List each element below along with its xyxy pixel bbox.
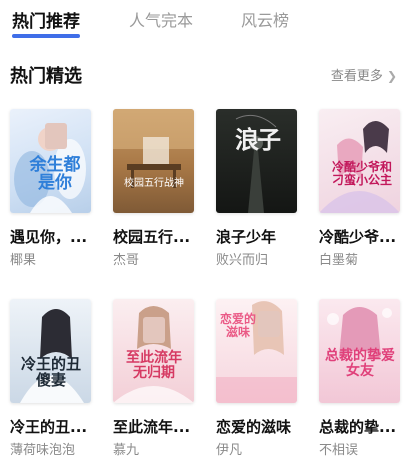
- book-author: 伊凡: [216, 443, 243, 458]
- cover-title-text: 余生都是你: [29, 155, 81, 193]
- blurred-face: [258, 311, 280, 337]
- book-author: 慕九: [113, 443, 140, 458]
- chevron-right-icon: ❯: [386, 69, 397, 83]
- cover-title-text: 浪子: [235, 125, 281, 154]
- tab-popular-complete[interactable]: 人气完本: [129, 7, 193, 31]
- blurred-face: [45, 123, 67, 149]
- view-more-link[interactable]: 查看更多 ❯: [331, 65, 397, 84]
- section-title: 热门精选: [10, 66, 82, 87]
- book-author: 椰果: [10, 253, 37, 268]
- book-card[interactable]: 恋爱的滋味 恋爱的滋味 伊凡: [216, 299, 297, 458]
- view-more-label: 查看更多: [330, 69, 383, 84]
- book-cover: 冷王的丑傻妻: [10, 299, 91, 403]
- book-cover: 恋爱的滋味: [216, 299, 297, 403]
- book-cover: 余生都是你: [10, 109, 91, 213]
- cover-title-text: 总裁的挚爱女友: [325, 348, 395, 379]
- book-card[interactable]: 校园五行战神 校园五行... 杰哥: [113, 109, 194, 268]
- book-title: 总裁的挚...: [319, 418, 397, 436]
- book-title: 浪子少年: [216, 228, 277, 246]
- book-author: 不相误: [319, 443, 359, 458]
- book-title: 至此流年...: [113, 418, 191, 436]
- book-title: 冷酷少爷...: [319, 228, 397, 246]
- book-title: 校园五行...: [113, 228, 191, 246]
- cover-title-text: 校园五行战神: [124, 178, 184, 189]
- book-title: 恋爱的滋味: [216, 418, 292, 436]
- cover-title-text: 冷酷少爷和刁蛮小公主: [331, 160, 392, 187]
- book-card[interactable]: 至此流年无归期 至此流年... 慕九: [113, 299, 194, 458]
- section-header: 热门精选 查看更多 ❯: [0, 58, 403, 88]
- book-author: 白墨菊: [319, 253, 359, 268]
- book-card[interactable]: 余生都是你 遇见你，... 椰果: [10, 109, 91, 268]
- tab-bar: 热门推荐 人气完本 风云榜: [0, 0, 403, 44]
- book-cover: 浪子: [216, 109, 297, 213]
- blurred-face: [143, 317, 165, 343]
- book-cover: 冷酷少爷和刁蛮小公主: [319, 109, 400, 213]
- book-title: 冷王的丑...: [10, 418, 88, 436]
- book-card[interactable]: 冷王的丑傻妻 冷王的丑... 薄荷味泡泡: [10, 299, 91, 458]
- book-cover: 校园五行战神: [113, 109, 194, 213]
- book-author: 败兴而归: [216, 253, 269, 268]
- book-author: 杰哥: [113, 253, 140, 268]
- tab-hot-recommend[interactable]: 热门推荐: [12, 7, 80, 32]
- active-tab-indicator: [12, 34, 80, 38]
- book-cover: 至此流年无归期: [113, 299, 194, 403]
- book-card[interactable]: 浪子 浪子少年 败兴而归: [216, 109, 297, 268]
- book-author: 薄荷味泡泡: [10, 443, 76, 458]
- book-cover: 总裁的挚爱女友: [319, 299, 400, 403]
- cover-title-text: 恋爱的滋味: [220, 312, 257, 339]
- book-title: 遇见你，...: [10, 228, 88, 246]
- cover-title-text: 冷王的丑傻妻: [20, 355, 81, 389]
- tab-ranking[interactable]: 风云榜: [241, 7, 289, 31]
- book-card[interactable]: 冷酷少爷和刁蛮小公主 冷酷少爷... 白墨菊: [319, 109, 400, 268]
- book-card[interactable]: 总裁的挚爱女友 总裁的挚... 不相误: [319, 299, 400, 458]
- cover-title-text: 至此流年无归期: [126, 350, 182, 381]
- cover-art: [113, 109, 194, 188]
